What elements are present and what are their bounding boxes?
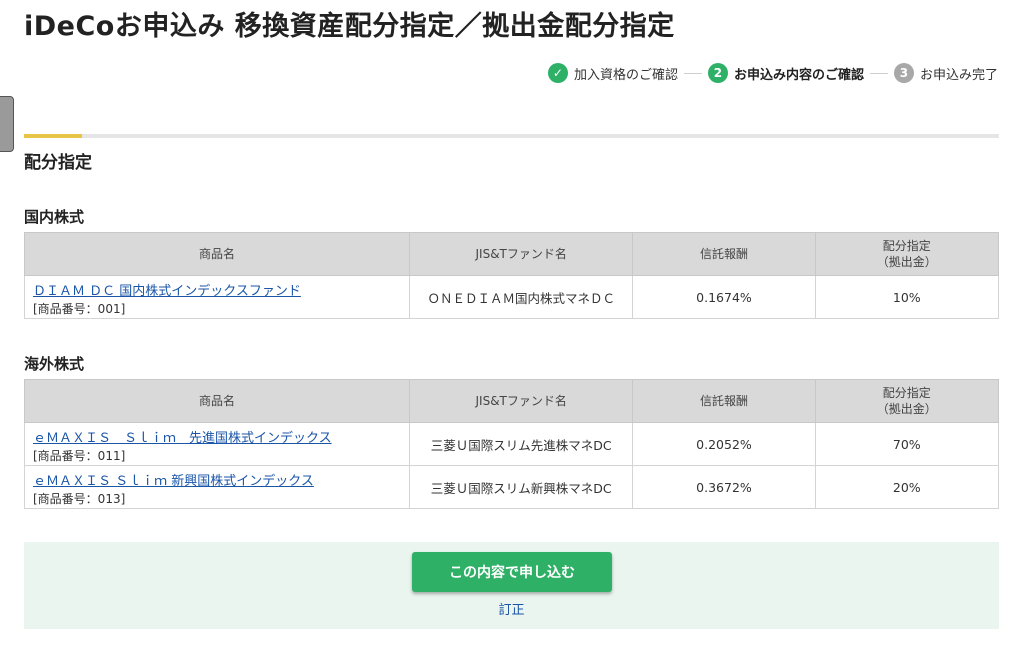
header-product-name: 商品名 bbox=[23, 232, 411, 276]
jis-fund-name: 三菱Ｕ国際スリム先進株マネDC bbox=[409, 422, 634, 466]
tab-active-indicator bbox=[24, 134, 82, 138]
fund-code: [商品番号：001] bbox=[33, 301, 126, 316]
page-title: iDeCoお申込み 移換資産配分指定／拠出金配分指定 bbox=[24, 11, 675, 42]
step-confirm: 2 お申込み内容のご確認 bbox=[707, 63, 864, 83]
fund-name-cell: ｅＭＡＸＩＳ Ｓｌｉｍ 先進国株式インデックス [商品番号：011] bbox=[23, 422, 411, 466]
header-allocation-line1: 配分指定 bbox=[882, 238, 931, 253]
group-title-domestic: 国内株式 bbox=[24, 208, 85, 226]
step-eligibility: ✓ 加入資格のご確認 bbox=[547, 63, 678, 83]
jis-fund-name: ＯＮＥＤＩＡＭ国内株式マネＤＣ bbox=[409, 275, 634, 319]
fund-name-cell: ｅＭＡＸＩＳ Ｓｌｉｍ 新興国株式インデックス [商品番号：013] bbox=[23, 465, 411, 509]
progress-steps: ✓ 加入資格のご確認 2 お申込み内容のご確認 3 お申込み完了 bbox=[547, 62, 998, 84]
fund-link[interactable]: ｅＭＡＸＩＳ Ｓｌｉｍ 新興国株式インデックス bbox=[33, 470, 401, 489]
header-jis-fund-name: JIS&Tファンド名 bbox=[409, 379, 634, 423]
header-allocation-line1: 配分指定 bbox=[882, 385, 931, 400]
trust-fee: 0.1674% bbox=[632, 275, 816, 319]
table-row: ｅＭＡＸＩＳ Ｓｌｉｍ 新興国株式インデックス [商品番号：013] 三菱Ｕ国際… bbox=[23, 465, 1000, 509]
fund-table-domestic: 商品名 JIS&Tファンド名 信託報酬 配分指定 （拠出金） ＤＩＡＭ ＤＣ 国… bbox=[23, 232, 1000, 319]
header-allocation-line2: （拠出金） bbox=[876, 255, 937, 269]
header-jis-fund-name: JIS&Tファンド名 bbox=[409, 232, 634, 276]
table-row: ＤＩＡＭ ＤＣ 国内株式インデックスファンド [商品番号：001] ＯＮＥＤＩＡ… bbox=[23, 275, 1000, 319]
allocation: 20% bbox=[814, 465, 1000, 509]
header-allocation: 配分指定 （拠出金） bbox=[814, 379, 1000, 423]
jis-fund-name: 三菱Ｕ国際スリム新興株マネDC bbox=[409, 465, 634, 509]
step-label: 加入資格のご確認 bbox=[573, 67, 678, 83]
step-complete: 3 お申込み完了 bbox=[893, 63, 998, 83]
header-trust-fee: 信託報酬 bbox=[632, 379, 816, 423]
section-title: 配分指定 bbox=[24, 153, 92, 173]
trust-fee: 0.3672% bbox=[632, 465, 816, 509]
step-number: 2 bbox=[707, 63, 728, 83]
header-trust-fee: 信託報酬 bbox=[632, 232, 816, 276]
action-area: この内容で申し込む 訂正 bbox=[24, 542, 999, 629]
step-label: お申込み内容のご確認 bbox=[733, 67, 864, 83]
fund-name-cell: ＤＩＡＭ ＤＣ 国内株式インデックスファンド [商品番号：001] bbox=[23, 275, 411, 319]
side-drawer-handle[interactable] bbox=[0, 96, 14, 152]
step-connector bbox=[683, 72, 702, 74]
table-header-row: 商品名 JIS&Tファンド名 信託報酬 配分指定 （拠出金） bbox=[23, 232, 1000, 276]
header-allocation-line2: （拠出金） bbox=[876, 402, 937, 416]
table-header-row: 商品名 JIS&Tファンド名 信託報酬 配分指定 （拠出金） bbox=[23, 379, 1000, 423]
header-product-name: 商品名 bbox=[23, 379, 411, 423]
table-row: ｅＭＡＸＩＳ Ｓｌｉｍ 先進国株式インデックス [商品番号：011] 三菱Ｕ国際… bbox=[23, 422, 1000, 466]
trust-fee: 0.2052% bbox=[632, 422, 816, 466]
step-number: 3 bbox=[893, 63, 914, 83]
fund-link[interactable]: ｅＭＡＸＩＳ Ｓｌｉｍ 先進国株式インデックス bbox=[33, 427, 401, 446]
allocation: 10% bbox=[814, 275, 1000, 319]
fund-code: [商品番号：013] bbox=[33, 491, 126, 506]
step-label: お申込み完了 bbox=[919, 67, 998, 83]
fund-table-foreign: 商品名 JIS&Tファンド名 信託報酬 配分指定 （拠出金） ｅＭＡＸＩＳ Ｓｌ… bbox=[23, 379, 1000, 509]
allocation: 70% bbox=[814, 422, 1000, 466]
fund-link[interactable]: ＤＩＡＭ ＤＣ 国内株式インデックスファンド bbox=[33, 280, 401, 299]
section-tab-bar bbox=[24, 134, 999, 138]
header-allocation: 配分指定 （拠出金） bbox=[814, 232, 1000, 276]
submit-application-button[interactable]: この内容で申し込む bbox=[412, 552, 612, 592]
edit-link[interactable]: 訂正 bbox=[498, 603, 524, 618]
step-connector bbox=[869, 72, 888, 74]
check-icon: ✓ bbox=[547, 63, 568, 83]
group-title-foreign: 海外株式 bbox=[24, 355, 85, 373]
fund-code: [商品番号：011] bbox=[33, 448, 126, 463]
